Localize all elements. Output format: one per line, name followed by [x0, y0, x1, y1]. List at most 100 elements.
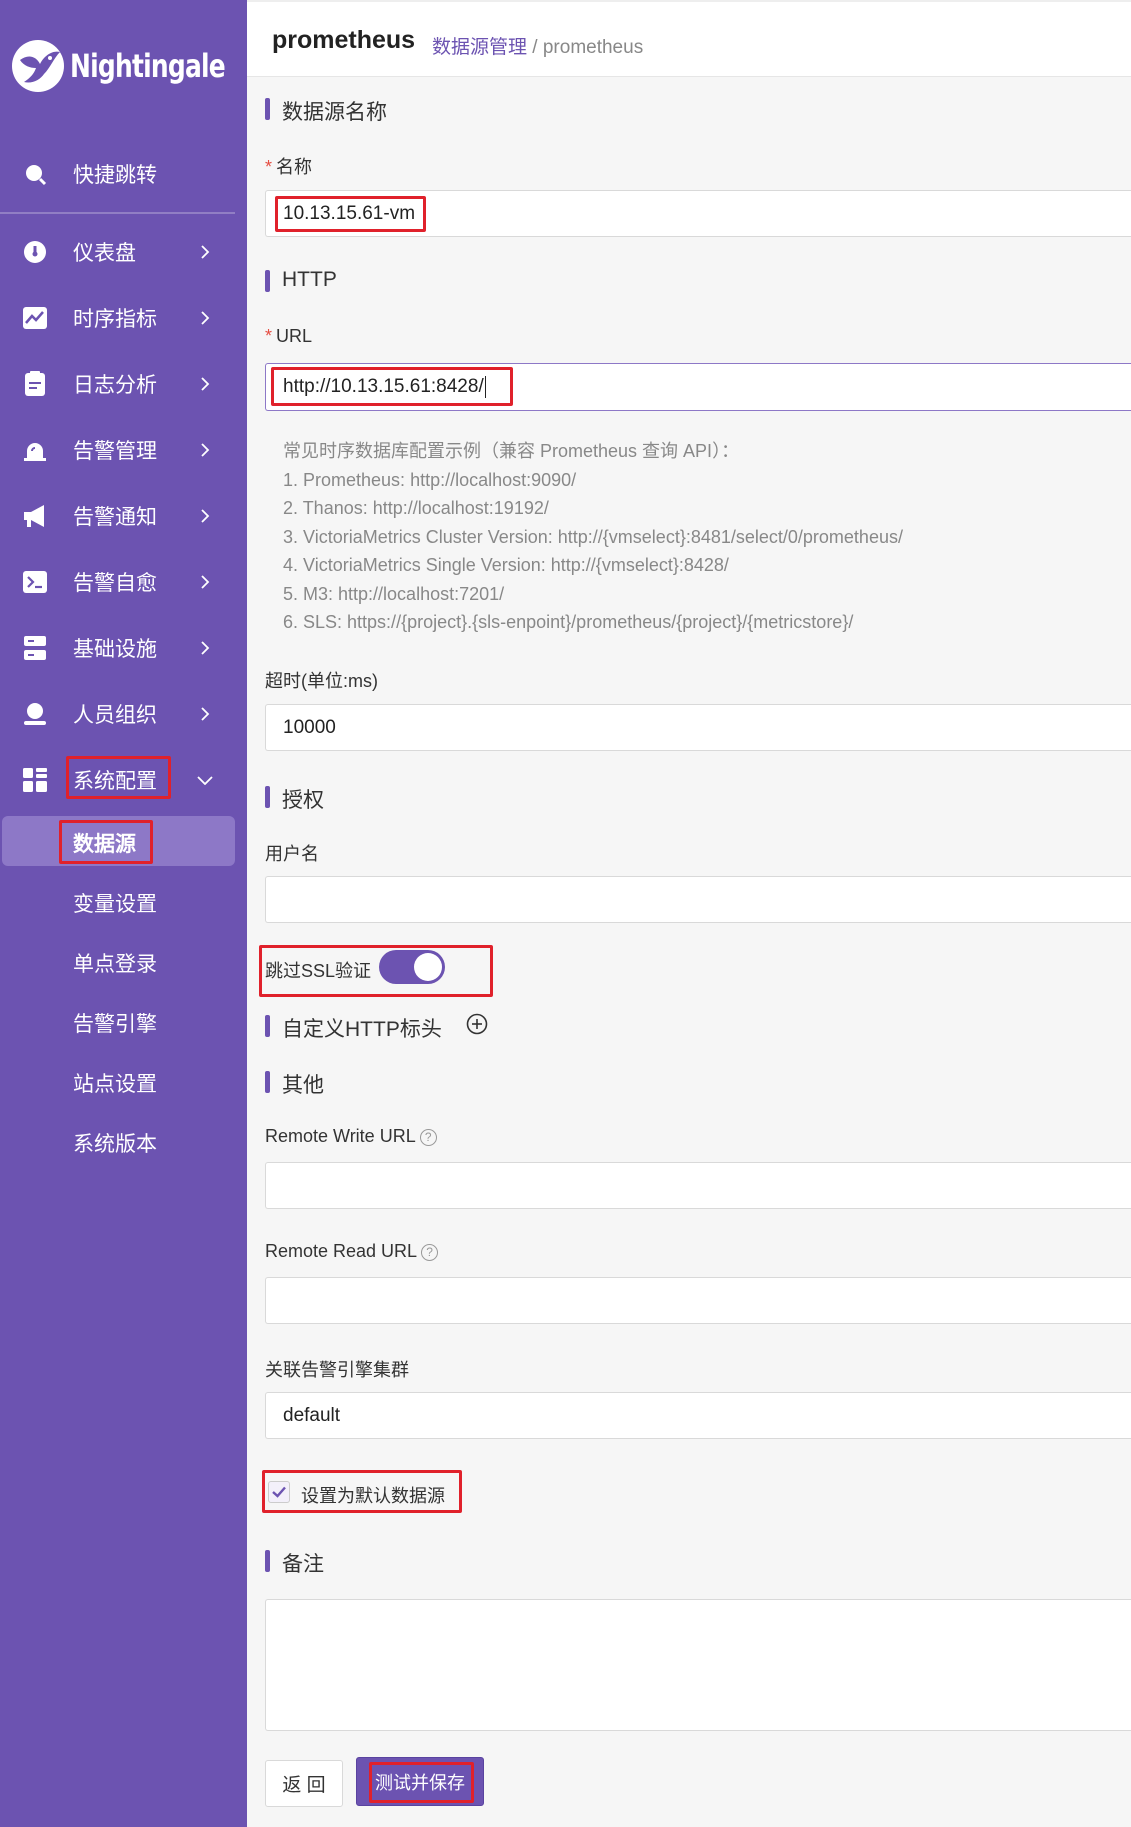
alarm-icon — [22, 437, 48, 463]
sidebar-item-people[interactable]: 人员组织 — [0, 690, 247, 738]
hint-line: 6. SLS: https://{project}.{sls-enpoint}/… — [283, 612, 854, 632]
back-button[interactable]: 返 回 — [265, 1760, 343, 1807]
sidebar-item-label: 仪表盘 — [73, 242, 136, 265]
required-mark: * — [265, 326, 273, 346]
sidebar-sub-version[interactable]: 系统版本 — [0, 1116, 247, 1166]
remote-read-input[interactable] — [265, 1277, 1131, 1324]
breadcrumb-current: prometheus — [542, 37, 644, 58]
timeout-label: 超时(单位:ms) — [265, 671, 378, 691]
sidebar-sub-site-settings[interactable]: 站点设置 — [0, 1056, 247, 1106]
hint-line: 2. Thanos: http://localhost:19192/ — [283, 498, 549, 518]
chevron-right-icon — [201, 245, 210, 259]
brand-logo[interactable]: Nightingale — [10, 38, 269, 94]
sidebar-sub-label: 告警引擎 — [73, 1013, 157, 1036]
url-hint: 常见时序数据库配置示例（兼容 Prometheus 查询 API）： 1. Pr… — [283, 437, 903, 637]
required-mark: * — [265, 157, 273, 177]
page-header: prometheus 数据源管理 / prometheus — [247, 0, 1131, 77]
user-icon — [22, 701, 48, 727]
cluster-select[interactable]: default — [265, 1392, 1131, 1439]
chevron-right-icon — [201, 641, 210, 655]
quick-jump-label: 快捷跳转 — [73, 164, 157, 187]
sidebar-item-metrics[interactable]: 时序指标 — [0, 294, 247, 342]
section-title-http: HTTP — [265, 268, 337, 292]
sidebar-item-label: 人员组织 — [73, 704, 157, 727]
sidebar-item-label: 时序指标 — [73, 308, 157, 331]
highlight-box — [369, 1762, 474, 1803]
sidebar-item-logs[interactable]: 日志分析 — [0, 360, 247, 408]
sidebar-item-dashboard[interactable]: 仪表盘 — [0, 228, 247, 276]
section-title-other: 其他 — [265, 1069, 324, 1099]
chevron-right-icon — [201, 575, 210, 589]
remote-read-label-text: Remote Read URL — [265, 1241, 418, 1261]
sidebar-item-infrastructure[interactable]: 基础设施 — [0, 624, 247, 672]
chevron-right-icon — [201, 311, 210, 325]
chevron-right-icon — [201, 377, 210, 391]
main-content: prometheus 数据源管理 / prometheus 数据源名称 * 名称 … — [247, 0, 1131, 1827]
section-title-notes: 备注 — [265, 1548, 324, 1578]
sidebar-item-alarm-selfheal[interactable]: 告警自愈 — [0, 558, 247, 606]
hint-line: 5. M3: http://localhost:7201/ — [283, 583, 505, 604]
username-input[interactable] — [265, 876, 1131, 923]
sidebar-item-label: 告警管理 — [73, 440, 157, 463]
highlight-box — [59, 820, 153, 864]
highlight-box — [262, 1470, 462, 1513]
megaphone-icon — [22, 503, 48, 529]
help-icon[interactable]: ? — [421, 1244, 439, 1261]
breadcrumb: 数据源管理 / prometheus — [432, 32, 643, 59]
help-icon[interactable]: ? — [419, 1129, 437, 1146]
name-label: * 名称 — [265, 153, 312, 179]
remote-write-input[interactable] — [265, 1162, 1131, 1209]
log-icon — [22, 371, 48, 397]
add-header-icon[interactable] — [466, 1013, 488, 1035]
section-title-auth: 授权 — [265, 784, 324, 814]
search-icon — [22, 161, 48, 187]
timeout-input[interactable]: 10000 — [265, 704, 1131, 751]
section-title-headers: 自定义HTTP标头 — [265, 1013, 442, 1043]
breadcrumb-separator: / — [532, 37, 538, 58]
page-title: prometheus — [272, 26, 416, 54]
chevron-down-icon — [197, 776, 213, 785]
brand-name: Nightingale — [70, 47, 226, 85]
url-label: * URL — [265, 326, 312, 347]
remote-read-label: Remote Read URL? — [265, 1241, 439, 1262]
sidebar-item-alarm-notify[interactable]: 告警通知 — [0, 492, 247, 540]
remote-write-label-text: Remote Write URL — [265, 1126, 416, 1146]
sidebar-sub-variables[interactable]: 变量设置 — [0, 876, 247, 926]
hint-line: 4. VictoriaMetrics Single Version: http:… — [283, 555, 729, 575]
highlight-box — [66, 756, 171, 799]
sidebar-sub-label: 变量设置 — [73, 893, 157, 916]
highlight-box — [271, 367, 513, 406]
quick-jump[interactable]: 快捷跳转 — [0, 150, 247, 198]
sidebar-item-label: 基础设施 — [73, 638, 157, 661]
chevron-right-icon — [201, 443, 210, 457]
sidebar-item-label: 告警自愈 — [73, 572, 157, 595]
highlight-box — [259, 945, 493, 997]
sidebar-item-label: 告警通知 — [73, 506, 157, 529]
remote-write-label: Remote Write URL? — [265, 1126, 437, 1147]
section-title-name: 数据源名称 — [265, 96, 387, 126]
url-label-text: URL — [276, 326, 313, 346]
cluster-label: 关联告警引擎集群 — [265, 1360, 409, 1380]
sidebar-sub-sso[interactable]: 单点登录 — [0, 936, 247, 986]
server-icon — [22, 635, 48, 661]
sidebar-sub-label: 单点登录 — [73, 953, 157, 976]
username-label: 用户名 — [265, 844, 319, 864]
chevron-right-icon — [201, 707, 210, 721]
sidebar-item-alarm-management[interactable]: 告警管理 — [0, 426, 247, 474]
name-label-text: 名称 — [276, 157, 313, 177]
notes-textarea[interactable] — [265, 1599, 1131, 1731]
sidebar-sub-alert-engine[interactable]: 告警引擎 — [0, 996, 247, 1046]
sidebar-sub-label: 站点设置 — [73, 1073, 157, 1096]
dashboard-icon — [22, 239, 48, 265]
breadcrumb-link[interactable]: 数据源管理 — [432, 37, 527, 58]
chevron-right-icon — [201, 509, 210, 523]
sidebar-item-label: 日志分析 — [73, 374, 157, 397]
hint-line: 3. VictoriaMetrics Cluster Version: http… — [283, 526, 903, 547]
sidebar-divider — [0, 212, 235, 214]
chart-icon — [22, 305, 48, 331]
sidebar-sub-label: 系统版本 — [73, 1133, 157, 1156]
highlight-box — [275, 196, 426, 232]
hint-line: 常见时序数据库配置示例（兼容 Prometheus 查询 API）： — [283, 441, 740, 461]
sidebar: Nightingale 快捷跳转 仪表盘 时序指标 日志分析 告警管理 告警通知… — [0, 0, 247, 1827]
terminal-icon — [22, 569, 48, 595]
